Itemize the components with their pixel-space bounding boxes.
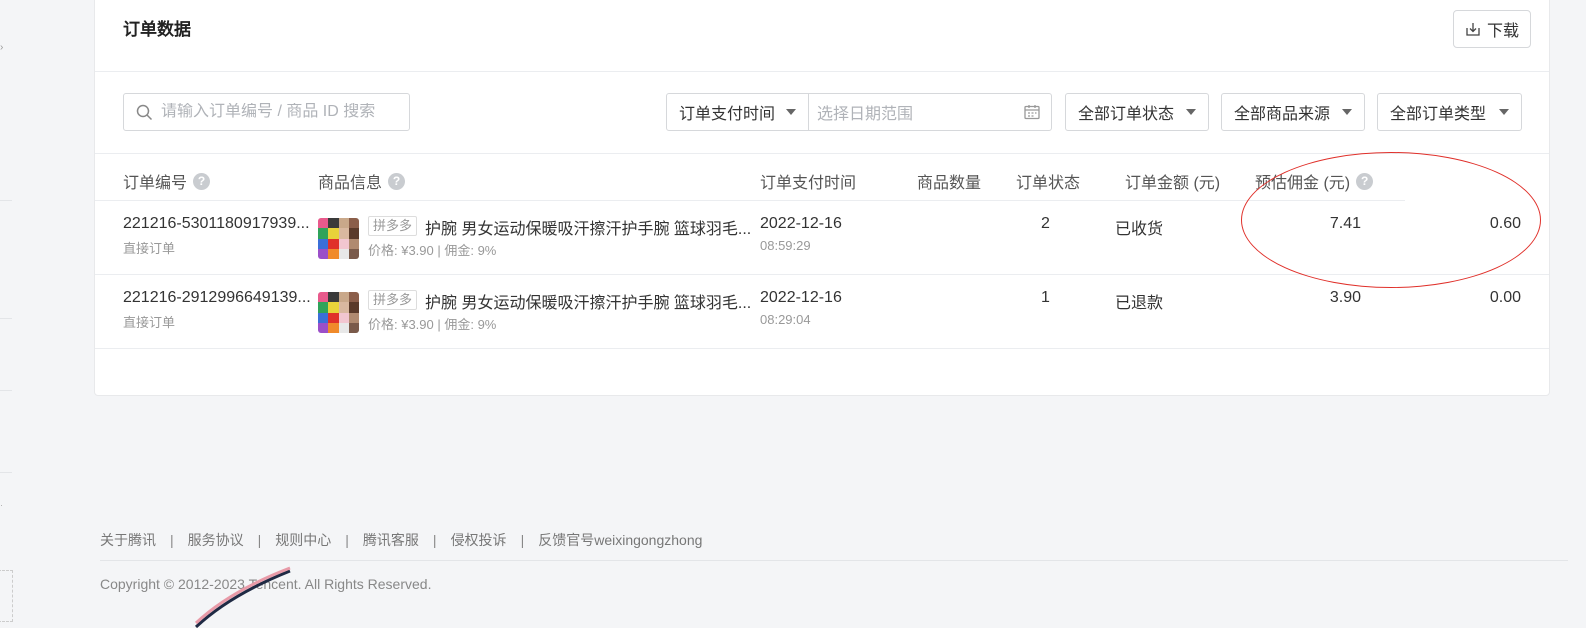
search-icon	[136, 104, 153, 120]
header-label: 商品信息	[318, 175, 383, 192]
footer-separator: |	[257, 532, 262, 548]
footer-link-feedback[interactable]: 反馈官号weixingongzhong	[538, 530, 702, 550]
help-icon[interactable]: ?	[388, 172, 406, 190]
footer-link-support[interactable]: 腾讯客服	[363, 530, 419, 550]
date-filter-group: 订单支付时间 选择日期范围	[666, 93, 1052, 131]
order-type-select[interactable]: 全部订单类型	[1377, 93, 1522, 131]
footer-links: 关于腾讯 | 服务协议 | 规则中心 | 腾讯客服 | 侵权投诉 | 反馈官号w…	[100, 530, 702, 550]
column-header-commission: 预估佣金 (元) ?	[1255, 169, 1374, 193]
quantity: 1	[1041, 289, 1050, 306]
column-header-status: 订单状态	[1016, 169, 1080, 193]
download-icon	[1466, 23, 1480, 36]
pay-time: 08:59:29	[760, 238, 811, 253]
annotation-pen-stroke	[194, 566, 291, 628]
column-header-amount: 订单金额 (元)	[1125, 169, 1220, 193]
rail-divider	[0, 200, 12, 201]
footer-link-terms[interactable]: 服务协议	[188, 530, 244, 550]
column-header-quantity: 商品数量	[917, 169, 981, 193]
order-search-box[interactable]	[123, 93, 410, 131]
calendar-icon	[1024, 105, 1040, 120]
time-type-label: 订单支付时间	[679, 106, 776, 123]
pay-time: 08:29:04	[760, 312, 811, 327]
footer-separator: |	[432, 532, 437, 548]
rail-divider	[0, 390, 12, 391]
platform-tag: 拼多多	[368, 216, 418, 236]
header-label: 订单金额 (元)	[1125, 175, 1221, 192]
header-label: 订单编号	[123, 175, 188, 192]
column-header-order-no: 订单编号 ?	[123, 169, 211, 193]
order-status-label: 全部订单状态	[1078, 106, 1175, 123]
order-status-select[interactable]: 全部订单状态	[1065, 93, 1209, 131]
product-title[interactable]: 护腕 男女运动保暖吸汗擦汗护手腕 篮球羽毛...	[425, 215, 751, 239]
pay-date: 2022-12-16	[760, 215, 842, 232]
column-header-product: 商品信息 ?	[318, 169, 406, 193]
product-title[interactable]: 护腕 男女运动保暖吸汗擦汗护手腕 篮球羽毛...	[425, 289, 751, 313]
help-icon[interactable]: ?	[1356, 172, 1374, 190]
order-status: 已收货	[1115, 221, 1164, 238]
date-range-placeholder: 选择日期范围	[817, 106, 914, 123]
date-range-picker[interactable]: 选择日期范围	[809, 94, 1051, 130]
product-thumbnail	[318, 292, 359, 333]
rail-divider	[0, 472, 12, 473]
caret-down-icon	[786, 109, 796, 115]
rail-dot: ·	[0, 500, 3, 510]
page-title: 订单数据	[123, 20, 191, 39]
footer-link-complaint[interactable]: 侵权投诉	[451, 530, 507, 550]
footer-link-rules[interactable]: 规则中心	[275, 530, 331, 550]
table-row: 221216-5301180917939... 直接订单 拼多多 护腕 男女运动…	[95, 201, 1549, 275]
filter-divider	[95, 153, 1549, 154]
order-type-label: 全部订单类型	[1390, 106, 1487, 123]
search-input[interactable]	[161, 103, 391, 121]
order-data-card: 订单数据 下载 订单支付时间 选择日期范围 全部订单状态	[94, 0, 1550, 396]
header-label: 订单支付时间	[760, 175, 857, 192]
quantity: 2	[1041, 215, 1050, 232]
footer-link-about[interactable]: 关于腾讯	[100, 530, 156, 550]
caret-down-icon	[1186, 109, 1196, 115]
order-amount: 3.90	[1329, 289, 1361, 306]
order-kind: 直接订单	[123, 315, 176, 330]
product-source-select[interactable]: 全部商品来源	[1221, 93, 1365, 131]
help-icon[interactable]: ?	[193, 172, 211, 190]
rail-dashed-box	[0, 570, 13, 622]
footer-separator: |	[345, 532, 349, 548]
product-meta: 价格: ¥3.90 | 佣金: 9%	[368, 317, 497, 332]
column-header-pay-time: 订单支付时间	[760, 169, 856, 193]
download-button[interactable]: 下载	[1453, 10, 1531, 48]
time-type-select[interactable]: 订单支付时间	[667, 94, 809, 130]
header-label: 订单状态	[1016, 175, 1081, 192]
caret-down-icon	[1342, 109, 1352, 115]
platform-tag: 拼多多	[368, 290, 418, 310]
commission: 0.00	[1489, 289, 1521, 306]
order-number[interactable]: 221216-5301180917939...	[123, 215, 310, 233]
pay-date: 2022-12-16	[760, 289, 842, 306]
order-number[interactable]: 221216-2912996649139...	[123, 289, 311, 307]
commission: 0.60	[1489, 215, 1521, 232]
product-thumbnail	[318, 218, 359, 259]
caret-down-icon	[1499, 109, 1509, 115]
order-status: 已退款	[1115, 295, 1164, 312]
product-source-label: 全部商品来源	[1234, 106, 1331, 123]
order-amount: 7.41	[1329, 215, 1361, 232]
chevron-icon: ›	[0, 42, 4, 53]
table-row: 221216-2912996649139... 直接订单 拼多多 护腕 男女运动…	[95, 275, 1549, 349]
header-divider	[95, 71, 1549, 72]
footer-separator: |	[520, 532, 525, 548]
product-meta: 价格: ¥3.90 | 佣金: 9%	[368, 243, 497, 258]
rail-divider	[0, 318, 12, 319]
order-kind: 直接订单	[123, 241, 176, 256]
left-rail: › ·	[0, 0, 14, 628]
header-label: 商品数量	[917, 175, 982, 192]
footer-divider	[100, 560, 1568, 561]
download-label: 下载	[1486, 23, 1519, 40]
footer-separator: |	[170, 532, 174, 548]
header-label: 预估佣金 (元)	[1255, 175, 1351, 192]
